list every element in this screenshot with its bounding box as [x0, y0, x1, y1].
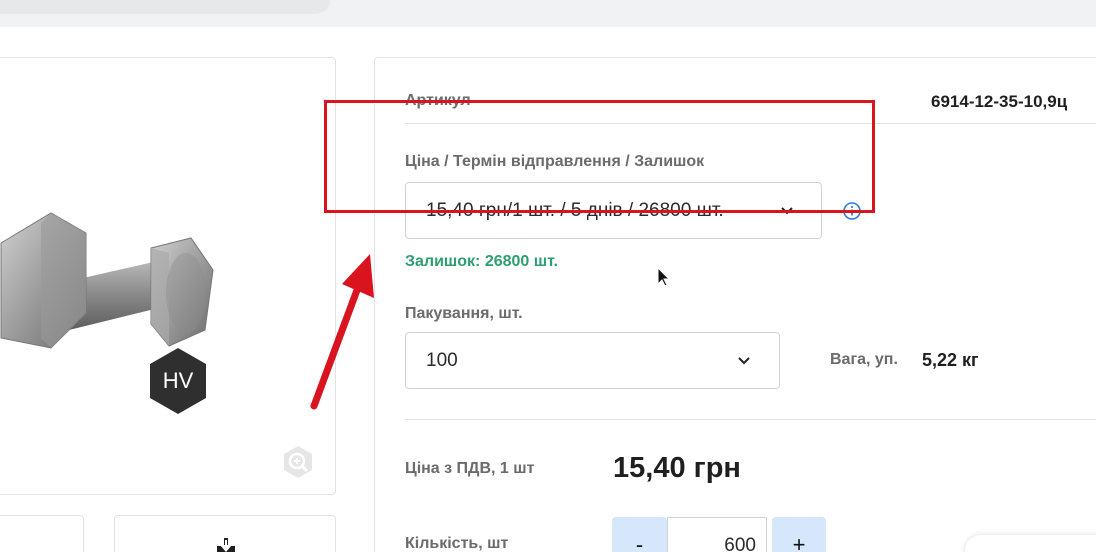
- price-vat-label: Ціна з ПДВ, 1 шт: [405, 460, 535, 477]
- annotation-arrow: [310, 254, 374, 410]
- packaging-label: Пакування, шт.: [405, 305, 523, 322]
- thumbnail[interactable]: [0, 515, 84, 552]
- article-value: 6914-12-35-10,9ц: [931, 92, 1068, 111]
- quantity-label: Кількість, шт: [405, 535, 509, 552]
- packaging-selected: 100: [426, 349, 458, 371]
- download-button[interactable]: [114, 515, 336, 552]
- annotation-highlight-box: [324, 100, 875, 213]
- zoom-icon[interactable]: [280, 444, 316, 480]
- top-bar: [0, 0, 1096, 27]
- product-gallery: HV: [0, 57, 336, 495]
- packaging-select[interactable]: 100: [405, 332, 780, 389]
- mouse-cursor-icon: [657, 266, 671, 287]
- download-icon: [217, 538, 235, 552]
- chat-widget[interactable]: [965, 535, 1096, 552]
- search-area[interactable]: [0, 0, 330, 14]
- quantity-input[interactable]: 600: [667, 517, 767, 552]
- price-vat-value: 15,40 грн: [613, 452, 741, 484]
- quantity-increment-button[interactable]: +: [772, 517, 826, 552]
- quantity-decrement-button[interactable]: -: [612, 517, 667, 552]
- weight-value: 5,22 кг: [922, 350, 979, 370]
- hv-badge-label: HV: [162, 368, 194, 393]
- hv-badge: HV: [148, 348, 208, 414]
- stock-status: Залишок: 26800 шт.: [405, 253, 558, 270]
- weight-label: Вага, уп.: [830, 351, 898, 368]
- divider: [405, 419, 1096, 420]
- chevron-down-icon: [738, 356, 750, 364]
